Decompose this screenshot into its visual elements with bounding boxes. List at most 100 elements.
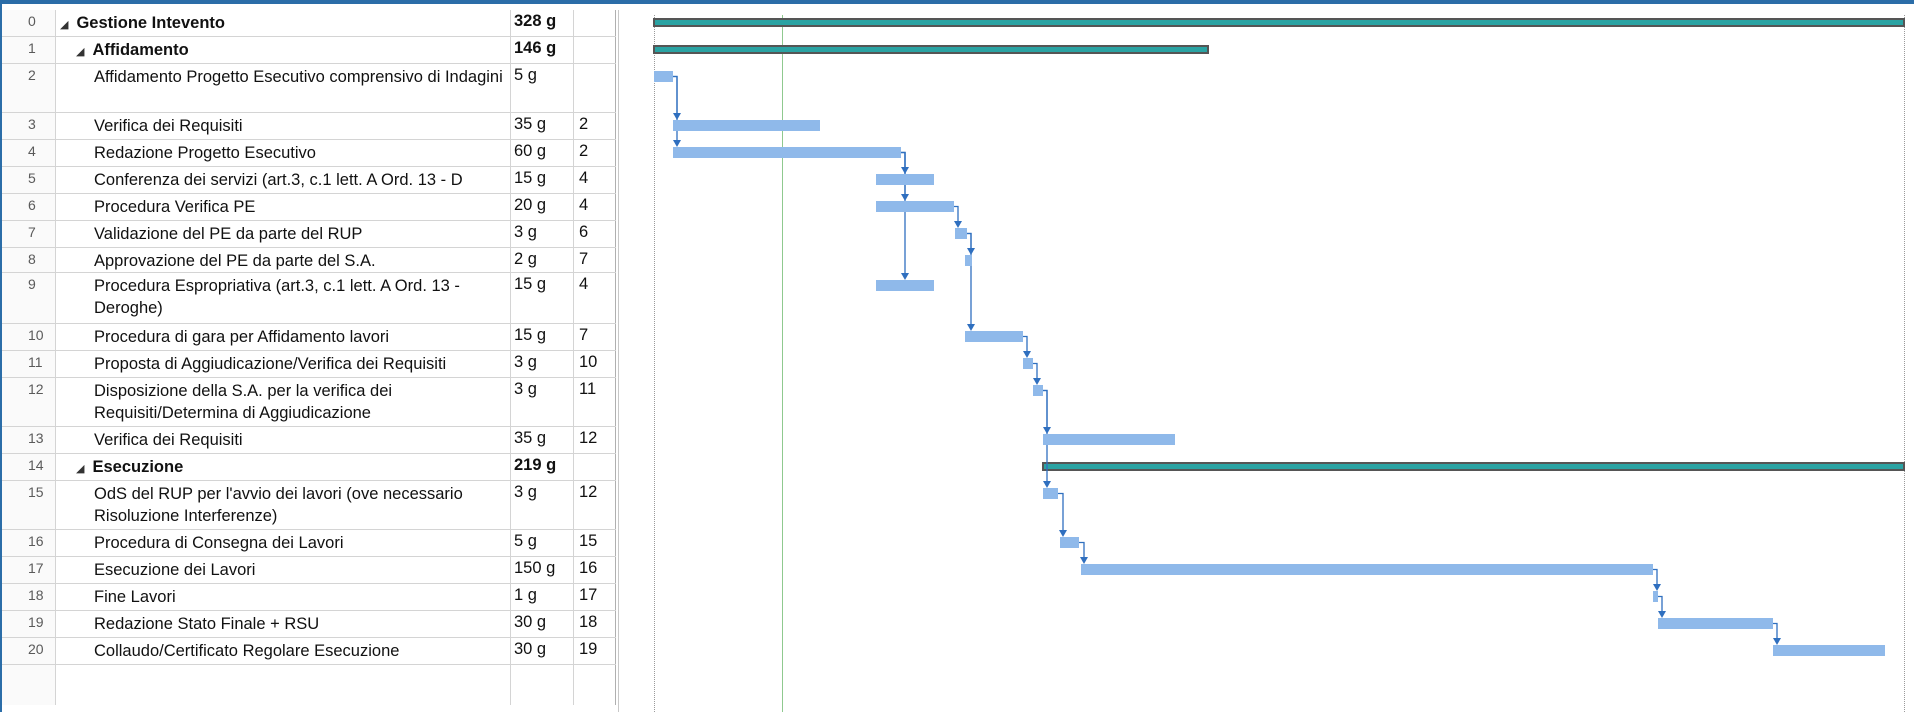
task-row[interactable]: 11 Proposta di Aggiudicazione/Verifica de…: [2, 351, 616, 378]
task-row[interactable]: 5 Conferenza dei servizi (art.3, c.1 lett…: [2, 167, 616, 194]
predecessors-cell[interactable]: 4: [574, 194, 616, 220]
predecessors-cell[interactable]: 2: [574, 140, 616, 166]
task-name-cell[interactable]: ◢ Esecuzione: [56, 454, 511, 480]
task-bar[interactable]: [965, 255, 972, 266]
summary-bar[interactable]: [655, 20, 1903, 25]
task-name-cell[interactable]: Verifica dei Requisiti: [56, 427, 511, 453]
duration-cell[interactable]: 3 g: [511, 351, 574, 377]
predecessors-cell[interactable]: [574, 10, 616, 36]
duration-cell[interactable]: 30 g: [511, 638, 574, 664]
task-name-cell[interactable]: Affidamento Progetto Esecutivo comprensi…: [56, 64, 511, 112]
task-row[interactable]: 4 Redazione Progetto Esecutivo 60 g2: [2, 140, 616, 167]
task-bar[interactable]: [876, 280, 934, 291]
predecessors-cell[interactable]: 7: [574, 324, 616, 350]
predecessors-cell[interactable]: 19: [574, 638, 616, 664]
empty-cell[interactable]: [56, 665, 511, 705]
duration-cell[interactable]: 15 g: [511, 167, 574, 193]
task-name-cell[interactable]: Redazione Progetto Esecutivo: [56, 140, 511, 166]
duration-cell[interactable]: 219 g: [511, 454, 574, 480]
task-row[interactable]: 18 Fine Lavori 1 g 17: [2, 584, 616, 611]
task-name-cell[interactable]: ◢ Affidamento: [56, 37, 511, 63]
task-row[interactable]: 9 Procedura Espropriativa (art.3, c.1 let…: [2, 273, 616, 324]
task-row[interactable]: 15 OdS del RUP per l'avvio dei lavori (ov…: [2, 481, 616, 530]
task-name-cell[interactable]: Collaudo/Certificato Regolare Esecuzione: [56, 638, 511, 664]
task-name-cell[interactable]: Redazione Stato Finale + RSU: [56, 611, 511, 637]
task-name-cell[interactable]: ◢ Gestione Intevento: [56, 10, 511, 36]
task-row[interactable]: 20 Collaudo/Certificato Regolare Esecuzio…: [2, 638, 616, 665]
predecessors-cell[interactable]: 12: [574, 481, 616, 529]
duration-cell[interactable]: 5 g: [511, 64, 574, 112]
task-bar[interactable]: [1773, 645, 1885, 656]
task-name-cell[interactable]: Esecuzione dei Lavori: [56, 557, 511, 583]
task-name-cell[interactable]: Procedura di Consegna dei Lavori: [56, 530, 511, 556]
duration-cell[interactable]: 30 g: [511, 611, 574, 637]
duration-cell[interactable]: 5 g: [511, 530, 574, 556]
task-bar[interactable]: [654, 71, 673, 82]
task-name-cell[interactable]: Procedura Verifica PE: [56, 194, 511, 220]
predecessors-cell[interactable]: 18: [574, 611, 616, 637]
duration-cell[interactable]: 60 g: [511, 140, 574, 166]
summary-bar[interactable]: [1044, 464, 1903, 469]
duration-cell[interactable]: 20 g: [511, 194, 574, 220]
predecessors-cell[interactable]: 17: [574, 584, 616, 610]
task-row[interactable]: 14 ◢ Esecuzione 219 g: [2, 454, 616, 481]
task-name-cell[interactable]: Disposizione della S.A. per la verifica …: [56, 378, 511, 426]
task-row[interactable]: 13 Verifica dei Requisiti 35 g 12: [2, 427, 616, 454]
collapse-triangle-icon[interactable]: ◢: [60, 14, 68, 36]
predecessors-cell[interactable]: 6: [574, 221, 616, 247]
predecessors-cell[interactable]: [574, 37, 616, 63]
duration-cell[interactable]: 3 g: [511, 481, 574, 529]
task-bar[interactable]: [876, 174, 934, 185]
collapse-triangle-icon[interactable]: ◢: [76, 458, 84, 480]
duration-cell[interactable]: 3 g: [511, 221, 574, 247]
empty-cell[interactable]: [574, 665, 616, 705]
predecessors-cell[interactable]: 15: [574, 530, 616, 556]
task-name-cell[interactable]: Approvazione del PE da parte del S.A.: [56, 248, 511, 272]
predecessors-cell[interactable]: 12: [574, 427, 616, 453]
task-name-cell[interactable]: Verifica dei Requisiti: [56, 113, 511, 139]
task-bar[interactable]: [1043, 488, 1058, 499]
task-bar[interactable]: [1033, 385, 1043, 396]
empty-cell[interactable]: [511, 665, 574, 705]
task-row[interactable]: 3 Verifica dei Requisiti 35 g2: [2, 113, 616, 140]
task-bar[interactable]: [673, 147, 901, 158]
duration-cell[interactable]: 1 g: [511, 584, 574, 610]
task-name-cell[interactable]: Conferenza dei servizi (art.3, c.1 lett.…: [56, 167, 511, 193]
task-bar[interactable]: [673, 120, 820, 131]
task-name-cell[interactable]: Fine Lavori: [56, 584, 511, 610]
task-bar[interactable]: [955, 228, 967, 239]
task-row[interactable]: 0 ◢ Gestione Intevento 328 g: [2, 10, 616, 37]
duration-cell[interactable]: 15 g: [511, 324, 574, 350]
predecessors-cell[interactable]: 10: [574, 351, 616, 377]
predecessors-cell[interactable]: 2: [574, 113, 616, 139]
predecessors-cell[interactable]: 7: [574, 248, 616, 272]
task-bar[interactable]: [1081, 564, 1653, 575]
task-bar[interactable]: [1658, 618, 1773, 629]
task-name-cell[interactable]: Validazione del PE da parte del RUP: [56, 221, 511, 247]
task-row[interactable]: 7 Validazione del PE da parte del RUP 3 g6: [2, 221, 616, 248]
predecessors-cell[interactable]: 4: [574, 273, 616, 323]
duration-cell[interactable]: 35 g: [511, 113, 574, 139]
task-bar[interactable]: [1653, 591, 1658, 602]
task-name-cell[interactable]: Proposta di Aggiudicazione/Verifica dei …: [56, 351, 511, 377]
task-row[interactable]: 6 Procedura Verifica PE 20 g4: [2, 194, 616, 221]
collapse-triangle-icon[interactable]: ◢: [76, 41, 84, 63]
task-bar[interactable]: [876, 201, 954, 212]
task-name-cell[interactable]: OdS del RUP per l'avvio dei lavori (ove …: [56, 481, 511, 529]
duration-cell[interactable]: 3 g: [511, 378, 574, 426]
predecessors-cell[interactable]: [574, 454, 616, 480]
predecessors-cell[interactable]: 16: [574, 557, 616, 583]
task-row[interactable]: 17 Esecuzione dei Lavori 150 g 16: [2, 557, 616, 584]
task-bar[interactable]: [1060, 537, 1079, 548]
duration-cell[interactable]: 15 g: [511, 273, 574, 323]
task-bar[interactable]: [965, 331, 1023, 342]
predecessors-cell[interactable]: 4: [574, 167, 616, 193]
empty-cell[interactable]: [2, 665, 56, 705]
duration-cell[interactable]: 146 g: [511, 37, 574, 63]
predecessors-cell[interactable]: [574, 64, 616, 112]
task-row[interactable]: 16 Procedura di Consegna dei Lavori 5 g 15: [2, 530, 616, 557]
predecessors-cell[interactable]: 11: [574, 378, 616, 426]
duration-cell[interactable]: 328 g: [511, 10, 574, 36]
task-row[interactable]: 8 Approvazione del PE da parte del S.A. 2 …: [2, 248, 616, 273]
duration-cell[interactable]: 35 g: [511, 427, 574, 453]
